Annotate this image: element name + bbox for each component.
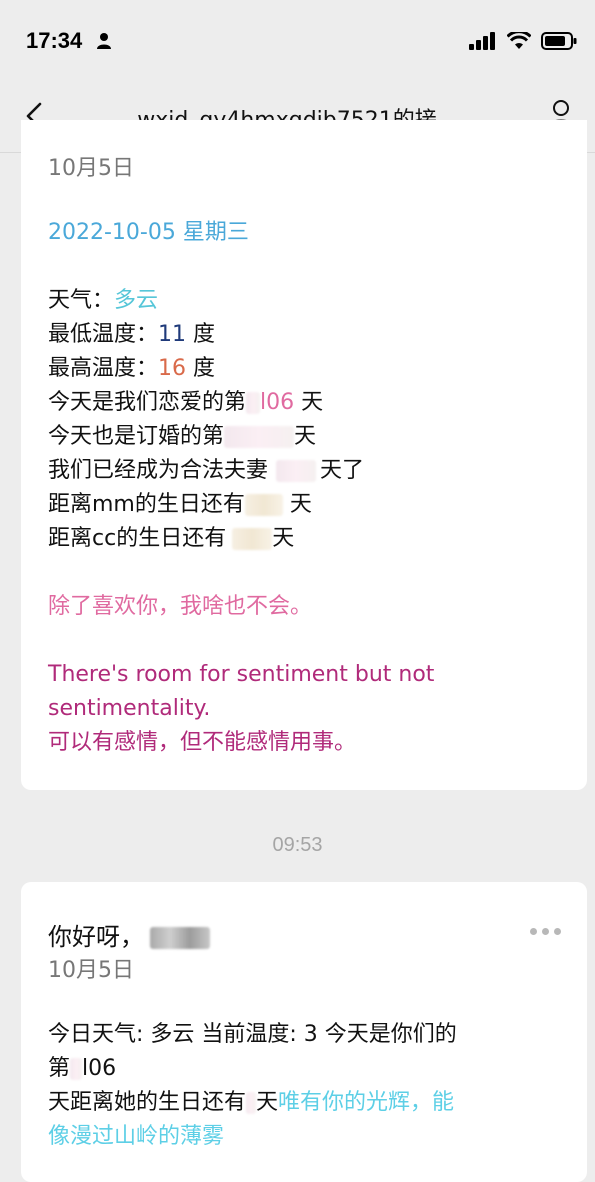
message-timestamp: 09:53 (272, 834, 323, 856)
engaged-days-suffix: 天 (294, 424, 317, 449)
status-time: 17:34 (26, 28, 83, 53)
card-date: 10月5日 (48, 156, 134, 181)
card-date: 10月5日 (48, 958, 134, 983)
love-days-row: 今天是我们恋爱的第 l06 天 (48, 388, 323, 418)
love-days-value: l06 (260, 390, 295, 415)
engaged-days-prefix: 今天也是订婚的第 (48, 424, 225, 449)
more-dot (554, 928, 561, 935)
love-days-suffix: 天 (294, 390, 324, 415)
mm-birthday-suffix: 天 (282, 492, 312, 517)
mm-birthday-row: 距离mm的生日还有 天 (48, 490, 312, 520)
redacted-name (150, 927, 210, 949)
redacted-block (244, 494, 283, 516)
signal-icon (469, 32, 495, 50)
mm-birthday-prefix: 距离mm的生日还有 (48, 492, 245, 517)
weather-value: 多云 (114, 288, 159, 313)
greeting-line3-colored: 唯有你的光辉，能 (278, 1090, 455, 1115)
married-days-row: 我们已经成为合法夫妻 天了 (48, 456, 364, 486)
greeting-line3: 天距离她的生日还有 天唯有你的光辉，能 (48, 1088, 454, 1118)
married-days-suffix: 天了 (320, 458, 365, 483)
redacted-block (70, 1058, 83, 1080)
battery-icon (541, 32, 577, 50)
greeting-line2-prefix: 第 (48, 1056, 71, 1081)
status-bar: 17:34 (0, 0, 595, 80)
greeting-text: 你好呀， (48, 923, 144, 951)
greeting-row: 你好呀， (48, 922, 210, 952)
message-card-daily-report[interactable]: 10月5日 2022-10-05 星期三 天气：多云 最低温度：11 度 最高温… (21, 120, 587, 790)
cc-birthday-suffix: 天 (272, 526, 295, 551)
greeting-line2: 第 l06 (48, 1054, 116, 1084)
high-temp-row: 最高温度：16 度 (48, 354, 215, 384)
status-icons (469, 32, 577, 50)
married-days-prefix: 我们已经成为合法夫妻 (48, 458, 269, 483)
cc-birthday-row: 距离cc的生日还有 天 (48, 524, 294, 554)
greeting-line3-suffix: 天 (256, 1090, 279, 1115)
more-dot (530, 928, 537, 935)
weather-label: 天气： (48, 288, 115, 313)
low-temp-label: 最低温度： (48, 322, 159, 347)
greeting-line4: 像漫过山岭的薄雾 (48, 1124, 225, 1149)
greeting-line2-value: l06 (82, 1056, 117, 1081)
quote-english-line1: There's room for sentiment but not (48, 662, 435, 687)
more-options-button[interactable] (530, 928, 561, 935)
message-card-greeting[interactable]: 你好呀， 10月5日 今日天气: 多云 当前温度: 3 今天是你们的 第 l06 … (21, 882, 587, 1182)
full-date: 2022-10-05 星期三 (48, 220, 249, 245)
engaged-days-row: 今天也是订婚的第 天 (48, 422, 316, 452)
quote-english-translation: 可以有感情，但不能感情用事。 (48, 730, 357, 755)
quote-chinese: 除了喜欢你，我啥也不会。 (48, 594, 313, 619)
greeting-line3-prefix: 天距离她的生日还有 (48, 1090, 247, 1115)
high-temp-unit: 度 (186, 356, 216, 381)
redacted-block (246, 392, 261, 414)
wifi-icon (507, 32, 531, 49)
redacted-block (224, 426, 295, 448)
high-temp-label: 最高温度： (48, 356, 159, 381)
cc-birthday-prefix: 距离cc的生日还有 (48, 526, 227, 551)
low-temp-unit: 度 (186, 322, 216, 347)
redacted-block (276, 460, 317, 482)
person-icon (97, 33, 111, 49)
low-temp-row: 最低温度：11 度 (48, 320, 215, 350)
love-days-prefix: 今天是我们恋爱的第 (48, 390, 247, 415)
high-temp-value: 16 (158, 356, 187, 381)
redacted-block (232, 528, 273, 550)
quote-english-line2: sentimentality. (48, 696, 211, 721)
greeting-line1: 今日天气: 多云 当前温度: 3 今天是你们的 (48, 1022, 457, 1047)
low-temp-value: 11 (158, 322, 187, 347)
more-dot (542, 928, 549, 935)
redacted-block (246, 1092, 257, 1114)
weather-row: 天气：多云 (48, 286, 158, 316)
